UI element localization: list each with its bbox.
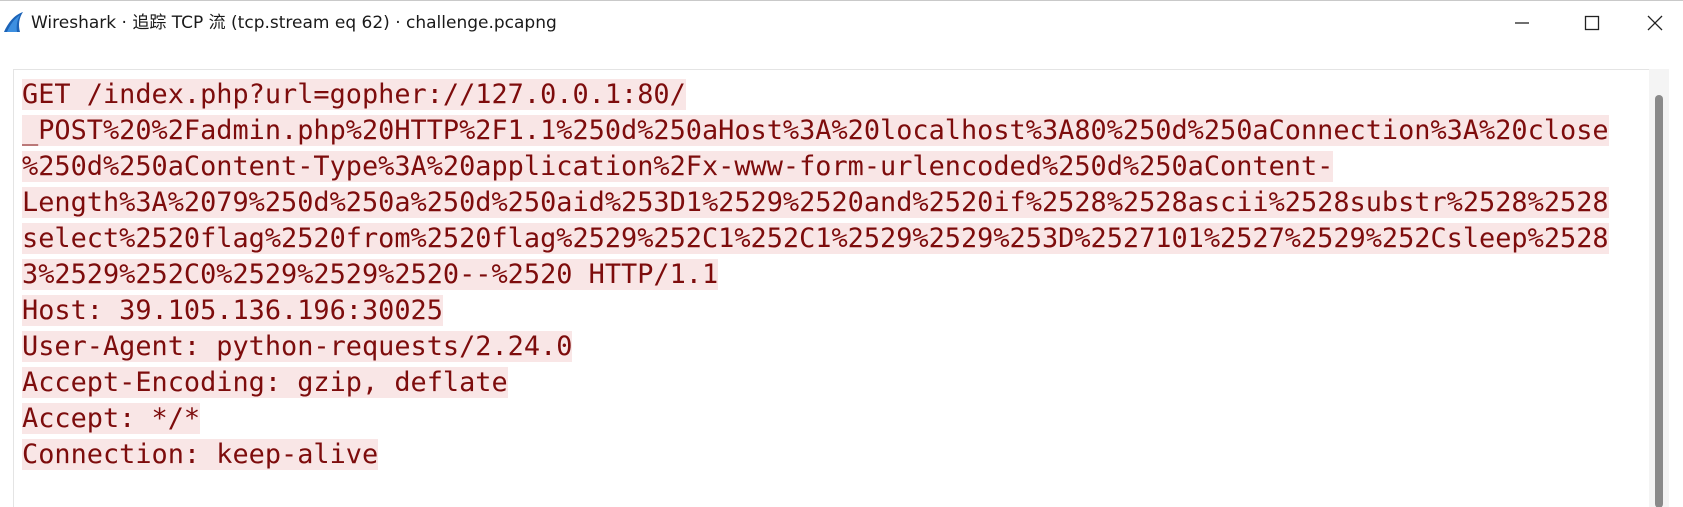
stream-line-text: Accept-Encoding: gzip, deflate: [22, 367, 508, 398]
stream-content-area[interactable]: GET /index.php?url=gopher://127.0.0.1:80…: [13, 69, 1669, 507]
window-title: Wireshark · 追踪 TCP 流 (tcp.stream eq 62) …: [31, 13, 557, 33]
stream-line-text: Accept: */*: [22, 403, 201, 434]
wireshark-fin-icon: [2, 11, 24, 33]
stream-line-text: select%2520flag%2520from%2520flag%2529%2…: [22, 223, 1609, 254]
minimize-button[interactable]: [1487, 1, 1557, 45]
stream-line-text: Length%3A%2079%250d%250a%250d%250aid%253…: [22, 187, 1609, 218]
maximize-icon: [1584, 15, 1600, 31]
close-icon: [1646, 14, 1664, 32]
stream-line: Connection: keep-alive: [22, 437, 1609, 473]
close-button[interactable]: [1627, 1, 1683, 45]
minimize-icon: [1514, 15, 1530, 31]
stream-text[interactable]: GET /index.php?url=gopher://127.0.0.1:80…: [22, 77, 1609, 473]
stream-line: Length%3A%2079%250d%250a%250d%250aid%253…: [22, 185, 1609, 221]
stream-line: Accept: */*: [22, 401, 1609, 437]
follow-tcp-stream-window: Wireshark · 追踪 TCP 流 (tcp.stream eq 62) …: [0, 0, 1683, 507]
stream-line: User-Agent: python-requests/2.24.0: [22, 329, 1609, 365]
stream-line-text: 3%2529%252C0%2529%2529%2520--%2520 HTTP/…: [22, 259, 719, 290]
stream-line-text: GET /index.php?url=gopher://127.0.0.1:80…: [22, 79, 686, 110]
scrollbar-thumb[interactable]: [1655, 95, 1663, 507]
stream-line-text: _POST%20%2Fadmin.php%20HTTP%2F1.1%250d%2…: [22, 115, 1609, 146]
stream-line-text: Connection: keep-alive: [22, 439, 379, 470]
stream-line: GET /index.php?url=gopher://127.0.0.1:80…: [22, 77, 1609, 113]
stream-line: _POST%20%2Fadmin.php%20HTTP%2F1.1%250d%2…: [22, 113, 1609, 149]
stream-line: %250d%250aContent-Type%3A%20application%…: [22, 149, 1609, 185]
title-bar[interactable]: Wireshark · 追踪 TCP 流 (tcp.stream eq 62) …: [0, 1, 1683, 45]
stream-line: Accept-Encoding: gzip, deflate: [22, 365, 1609, 401]
stream-line-text: User-Agent: python-requests/2.24.0: [22, 331, 573, 362]
vertical-scrollbar[interactable]: [1649, 69, 1669, 507]
stream-line: Host: 39.105.136.196:30025: [22, 293, 1609, 329]
stream-line-text: Host: 39.105.136.196:30025: [22, 295, 443, 326]
stream-line-text: %250d%250aContent-Type%3A%20application%…: [22, 151, 1334, 182]
stream-line: 3%2529%252C0%2529%2529%2520--%2520 HTTP/…: [22, 257, 1609, 293]
stream-line: select%2520flag%2520from%2520flag%2529%2…: [22, 221, 1609, 257]
maximize-button[interactable]: [1557, 1, 1627, 45]
